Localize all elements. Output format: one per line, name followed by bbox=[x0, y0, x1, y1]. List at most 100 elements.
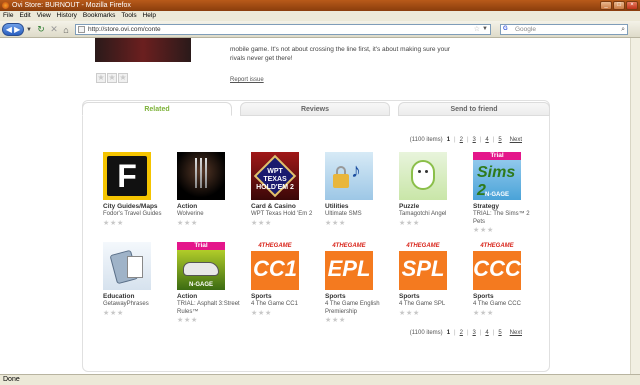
history-dropdown-icon[interactable]: ▼ bbox=[26, 23, 32, 36]
tab-reviews[interactable]: Reviews bbox=[240, 102, 390, 116]
app-tile[interactable]: Trial Sims 2 N-GAGE Strategy TRIAL: The … bbox=[473, 152, 543, 234]
app-tile[interactable]: Puzzle Tamagotchi Angel ★ ★ ★ bbox=[399, 152, 469, 227]
bookmark-star-icon[interactable]: ☆ bbox=[474, 25, 480, 34]
fodor-icon[interactable]: F bbox=[103, 152, 151, 200]
app-category: Puzzle bbox=[399, 203, 420, 210]
app-name[interactable]: Tamagotchi Angel bbox=[399, 211, 469, 219]
app-name[interactable]: 4 The Game CCC bbox=[473, 301, 543, 309]
window-titlebar: Ovi Store: BURNOUT - Mozilla Firefox _ □… bbox=[0, 0, 640, 11]
app-tile[interactable]: 4THEGAME CC1 Sports 4 The Game CC1 ★ ★ ★ bbox=[251, 242, 321, 317]
menu-bookmarks[interactable]: Bookmarks bbox=[83, 11, 116, 21]
ngage-label: N-GAGE bbox=[485, 192, 509, 198]
app-name[interactable]: Ultimate SMS bbox=[325, 211, 395, 219]
search-placeholder: Google bbox=[515, 26, 536, 33]
star-icon[interactable]: ★ bbox=[96, 73, 106, 83]
vertical-scrollbar[interactable] bbox=[630, 38, 640, 374]
trial-badge: Trial bbox=[177, 242, 225, 250]
asphalt-icon[interactable]: Trial N-GAGE bbox=[177, 242, 225, 290]
page-content: ★ ★ ★ mobile game. It's not about crossi… bbox=[0, 38, 640, 374]
page-link[interactable]: 2 bbox=[460, 330, 463, 336]
spl-icon[interactable]: 4THEGAME SPL bbox=[399, 242, 447, 290]
page-link[interactable]: 4 bbox=[485, 137, 488, 143]
star-icon[interactable]: ★ bbox=[107, 73, 117, 83]
back-forward-button[interactable]: ◀ ▶ bbox=[2, 23, 24, 36]
close-button[interactable]: × bbox=[626, 1, 638, 10]
icon-code: EPL bbox=[327, 256, 371, 281]
star-icon[interactable]: ★ bbox=[118, 73, 128, 83]
phrases-icon[interactable] bbox=[103, 242, 151, 290]
app-name[interactable]: TRIAL: Asphalt 3:Street Rules™ bbox=[177, 301, 247, 316]
app-name[interactable]: 4 The Game SPL bbox=[399, 301, 469, 309]
app-tile[interactable]: WPT TEXAS HOLD'EM 2 Card & Casino WPT Te… bbox=[251, 152, 321, 227]
app-rating: ★ ★ ★ bbox=[399, 219, 420, 227]
sms-icon[interactable]: ♪ bbox=[325, 152, 373, 200]
page-link[interactable]: 3 bbox=[473, 330, 476, 336]
trial-badge: Trial bbox=[473, 152, 521, 160]
app-tile[interactable]: 4THEGAME SPL Sports 4 The Game SPL ★ ★ ★ bbox=[399, 242, 469, 317]
menu-edit[interactable]: Edit bbox=[19, 11, 30, 21]
app-tile[interactable]: Action Wolverine ★ ★ ★ bbox=[177, 152, 247, 227]
minimize-button[interactable]: _ bbox=[600, 1, 612, 10]
app-tile[interactable]: 4THEGAME CCC Sports 4 The Game CCC ★ ★ ★ bbox=[473, 242, 543, 317]
page-link[interactable]: 5 bbox=[498, 137, 501, 143]
next-page-link[interactable]: Next bbox=[510, 330, 522, 336]
menu-bar: File Edit View History Bookmarks Tools H… bbox=[0, 11, 640, 21]
stop-icon[interactable]: ✕ bbox=[49, 23, 59, 36]
menu-tools[interactable]: Tools bbox=[121, 11, 136, 21]
ccc-icon[interactable]: 4THEGAME CCC bbox=[473, 242, 521, 290]
search-engine-icon[interactable]: G bbox=[503, 26, 513, 33]
app-name[interactable]: Wolverine bbox=[177, 211, 247, 219]
app-name[interactable]: Fodor's Travel Guides bbox=[103, 211, 173, 219]
app-tile[interactable]: 4THEGAME EPL Sports 4 The Game English P… bbox=[325, 242, 395, 324]
app-name[interactable]: GetawayPhrases bbox=[103, 301, 173, 309]
pager-top: (1100 items) 1 | 2 | 3 | 4 | 5 Next bbox=[409, 137, 522, 143]
app-name[interactable]: WPT Texas Hold 'Em 2 bbox=[251, 211, 321, 219]
app-tile[interactable]: F City Guides/Maps Fodor's Travel Guides… bbox=[103, 152, 173, 227]
app-name[interactable]: 4 The Game CC1 bbox=[251, 301, 321, 309]
wolverine-icon[interactable] bbox=[177, 152, 225, 200]
page-link[interactable]: 3 bbox=[473, 137, 476, 143]
page-link[interactable]: 4 bbox=[485, 330, 488, 336]
app-category: Utilities bbox=[325, 203, 349, 210]
home-icon[interactable]: ⌂ bbox=[61, 23, 71, 36]
cc1-icon[interactable]: 4THEGAME CC1 bbox=[251, 242, 299, 290]
brand-label: 4THEGAME bbox=[399, 242, 447, 251]
app-category: Sports bbox=[473, 293, 494, 300]
tab-send-to-friend[interactable]: Send to friend bbox=[398, 102, 550, 116]
wpt-icon[interactable]: WPT TEXAS HOLD'EM 2 bbox=[251, 152, 299, 200]
page-link[interactable]: 1 bbox=[447, 137, 450, 143]
maximize-button[interactable]: □ bbox=[613, 1, 625, 10]
search-input[interactable]: G Google ⌕ bbox=[500, 24, 628, 35]
rating-stars[interactable]: ★ ★ ★ bbox=[96, 73, 128, 83]
menu-file[interactable]: File bbox=[3, 11, 13, 21]
app-tile[interactable]: Trial N-GAGE Action TRIAL: Asphalt 3:Str… bbox=[177, 242, 247, 324]
tab-related[interactable]: Related bbox=[82, 102, 232, 116]
page-link[interactable]: 5 bbox=[498, 330, 501, 336]
search-icon[interactable]: ⌕ bbox=[621, 25, 625, 34]
url-dropdown-icon[interactable]: ▼ bbox=[482, 25, 488, 34]
icon-code: SPL bbox=[401, 256, 445, 281]
sims-icon[interactable]: Trial Sims 2 N-GAGE bbox=[473, 152, 521, 200]
wpt-icon-text: WPT TEXAS HOLD'EM 2 bbox=[256, 168, 294, 191]
icon-code: CC1 bbox=[252, 256, 297, 281]
app-rating: ★ ★ ★ bbox=[399, 309, 420, 317]
reload-icon[interactable]: ↻ bbox=[36, 23, 46, 36]
page-link[interactable]: 1 bbox=[447, 330, 450, 336]
item-count: (1100 items) bbox=[409, 330, 443, 336]
menu-view[interactable]: View bbox=[37, 11, 51, 21]
app-rating: ★ ★ ★ bbox=[251, 219, 272, 227]
app-name[interactable]: 4 The Game English Premiership bbox=[325, 301, 395, 316]
app-tile[interactable]: Education GetawayPhrases ★ ★ ★ bbox=[103, 242, 173, 317]
report-issue-link[interactable]: Report issue bbox=[230, 77, 264, 83]
app-name[interactable]: TRIAL: The Sims™ 2 Pets bbox=[473, 211, 543, 226]
page-link[interactable]: 2 bbox=[460, 137, 463, 143]
menu-history[interactable]: History bbox=[57, 11, 77, 21]
tamagotchi-icon[interactable] bbox=[399, 152, 447, 200]
firefox-icon bbox=[2, 2, 9, 9]
next-page-link[interactable]: Next bbox=[510, 137, 522, 143]
menu-help[interactable]: Help bbox=[143, 11, 156, 21]
pager-bottom: (1100 items) 1 | 2 | 3 | 4 | 5 Next bbox=[409, 330, 522, 336]
epl-icon[interactable]: 4THEGAME EPL bbox=[325, 242, 373, 290]
app-tile[interactable]: ♪ Utilities Ultimate SMS ★ ★ ★ bbox=[325, 152, 395, 227]
address-bar[interactable]: http://store.ovi.com/conte ☆ ▼ bbox=[75, 24, 491, 35]
